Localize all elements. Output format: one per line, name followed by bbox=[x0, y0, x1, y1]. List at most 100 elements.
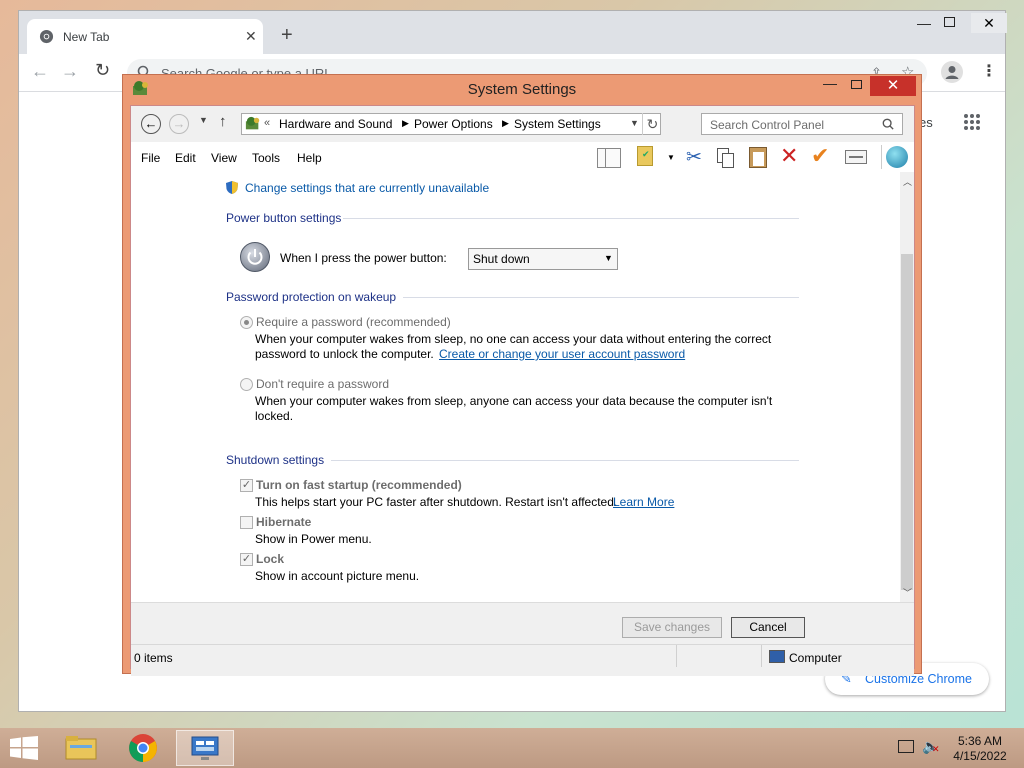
power-button-action-select[interactable]: Shut down ▼ bbox=[468, 248, 618, 270]
menu-view[interactable]: View bbox=[211, 151, 237, 165]
copy-icon[interactable] bbox=[717, 148, 735, 168]
uac-shield-icon bbox=[225, 180, 239, 195]
properties-check-icon[interactable]: ✔ bbox=[811, 143, 829, 169]
status-divider bbox=[676, 645, 677, 667]
menu-edit[interactable]: Edit bbox=[175, 151, 196, 165]
chrome-close-icon[interactable]: ✕ bbox=[971, 13, 1007, 33]
breadcrumb-hardware[interactable]: Hardware and Sound bbox=[279, 117, 392, 131]
location-label: Computer bbox=[789, 651, 842, 665]
fast-startup-checkbox[interactable]: ✓ bbox=[240, 479, 253, 492]
lock-label: Lock bbox=[256, 552, 285, 566]
content-pane: Change settings that are currently unava… bbox=[131, 172, 900, 602]
profile-avatar-icon[interactable] bbox=[941, 61, 963, 83]
maximize-icon[interactable] bbox=[944, 17, 955, 27]
tab-title: New Tab bbox=[63, 30, 110, 44]
tab-close-icon[interactable]: ✕ bbox=[245, 28, 257, 45]
require-password-desc-2: password to unlock the computer. bbox=[255, 347, 434, 361]
lock-desc: Show in account picture menu. bbox=[255, 569, 420, 583]
minimize-icon[interactable]: — bbox=[917, 15, 931, 31]
no-password-desc-2: locked. bbox=[255, 409, 294, 423]
shutdown-section-title: Shutdown settings bbox=[226, 453, 325, 467]
file-explorer-icon[interactable] bbox=[52, 730, 110, 766]
new-tab-icon[interactable]: + bbox=[281, 25, 293, 45]
breadcrumb-power-options[interactable]: Power Options bbox=[414, 117, 493, 131]
system-clock[interactable]: 5:36 AM 4/15/2022 bbox=[946, 734, 1014, 764]
nav-forward-icon[interactable]: → bbox=[169, 114, 189, 134]
no-password-desc: When your computer wakes from sleep, any… bbox=[255, 394, 773, 408]
cp-minimize-icon[interactable]: — bbox=[823, 75, 837, 91]
section-divider bbox=[331, 460, 799, 461]
chrome-tab-strip: New Tab ✕ + — ✕ bbox=[19, 11, 1007, 54]
breadcrumb-arrow-icon[interactable]: ▶ bbox=[502, 118, 509, 129]
change-unavailable-settings-link[interactable]: Change settings that are currently unava… bbox=[245, 181, 489, 195]
rename-icon[interactable] bbox=[845, 150, 867, 164]
no-password-label: Don't require a password bbox=[256, 377, 390, 391]
paste-icon[interactable] bbox=[749, 147, 767, 168]
reload-icon[interactable]: ↻ bbox=[95, 60, 110, 81]
breadcrumb-system-settings[interactable]: System Settings bbox=[514, 117, 601, 131]
power-button-icon bbox=[240, 242, 270, 272]
fast-startup-label: Turn on fast startup (recommended) bbox=[256, 478, 462, 492]
scroll-down-icon[interactable]: ﹀ bbox=[903, 586, 912, 599]
section-divider bbox=[343, 218, 799, 219]
power-button-selected-value: Shut down bbox=[473, 252, 530, 266]
no-password-radio[interactable] bbox=[240, 378, 253, 391]
start-windows-icon[interactable] bbox=[10, 736, 38, 760]
taskbar: 🔈 ✕ 5:36 AM 4/15/2022 bbox=[0, 728, 1024, 768]
save-changes-button[interactable]: Save changes bbox=[622, 617, 722, 638]
back-icon[interactable]: ← bbox=[31, 61, 49, 82]
cut-icon[interactable]: ✂ bbox=[686, 146, 702, 169]
control-panel-taskbar-icon[interactable] bbox=[176, 730, 234, 766]
nav-back-icon[interactable]: ← bbox=[141, 114, 161, 134]
globe-icon[interactable] bbox=[886, 146, 908, 168]
address-dropdown-icon[interactable]: ▼ bbox=[630, 118, 639, 128]
apps-grid-icon[interactable] bbox=[963, 113, 981, 131]
cancel-button[interactable]: Cancel bbox=[731, 617, 805, 638]
change-password-link[interactable]: Create or change your user account passw… bbox=[439, 347, 685, 361]
menu-tools[interactable]: Tools bbox=[252, 151, 280, 165]
menu-help[interactable]: Help bbox=[297, 151, 322, 165]
delete-icon[interactable]: ✕ bbox=[780, 143, 798, 169]
mute-x-icon: ✕ bbox=[932, 744, 940, 754]
cp-close-button[interactable]: ✕ bbox=[870, 76, 916, 96]
breadcrumb-overflow-icon[interactable]: « bbox=[264, 117, 270, 129]
computer-icon bbox=[769, 650, 785, 663]
view-dropdown-icon[interactable]: ▼ bbox=[667, 153, 675, 162]
require-password-desc: When your computer wakes from sleep, no … bbox=[255, 332, 772, 346]
require-password-radio[interactable] bbox=[240, 316, 253, 329]
cp-maximize-icon[interactable] bbox=[851, 80, 862, 89]
chrome-logo-icon bbox=[39, 29, 54, 44]
recent-pages-icon[interactable]: ▼ bbox=[199, 115, 208, 125]
chrome-taskbar-icon[interactable] bbox=[114, 730, 172, 766]
item-count: 0 items bbox=[134, 651, 173, 665]
window-title: System Settings bbox=[467, 81, 577, 98]
clock-date: 4/15/2022 bbox=[953, 749, 1007, 763]
breadcrumb-arrow-icon[interactable]: ▶ bbox=[402, 118, 409, 129]
chrome-menu-icon[interactable]: ⋮ bbox=[981, 61, 997, 81]
network-icon[interactable] bbox=[898, 740, 914, 753]
address-bar[interactable]: « Hardware and Sound ▶ Power Options ▶ S… bbox=[241, 113, 661, 135]
power-button-section-title: Power button settings bbox=[226, 211, 342, 225]
hibernate-desc: Show in Power menu. bbox=[255, 532, 372, 546]
address-cp-icon bbox=[244, 116, 262, 132]
chrome-tab[interactable]: New Tab ✕ bbox=[27, 19, 263, 54]
scroll-up-icon[interactable]: ︿ bbox=[903, 175, 912, 188]
learn-more-link[interactable]: Learn More bbox=[613, 495, 674, 509]
toolbar-separator bbox=[881, 145, 882, 169]
search-control-panel-field[interactable]: Search Control Panel bbox=[701, 113, 903, 135]
scrollbar-thumb[interactable] bbox=[901, 254, 913, 590]
power-button-label: When I press the power button: bbox=[280, 251, 447, 265]
fast-startup-desc: This helps start your PC faster after sh… bbox=[255, 495, 618, 509]
vertical-scrollbar[interactable]: ︿ ﹀ bbox=[900, 172, 914, 602]
lock-checkbox[interactable]: ✓ bbox=[240, 553, 253, 566]
menu-file[interactable]: File bbox=[141, 151, 160, 165]
forward-icon[interactable]: → bbox=[61, 61, 79, 82]
clock-time: 5:36 AM bbox=[957, 734, 1003, 748]
status-bar: 0 items Computer bbox=[131, 644, 914, 668]
folder-options-icon[interactable]: ✔ bbox=[637, 146, 653, 166]
layout-pane-icon[interactable] bbox=[597, 148, 621, 168]
hibernate-checkbox[interactable] bbox=[240, 516, 253, 529]
up-level-icon[interactable]: ↑ bbox=[219, 113, 227, 130]
refresh-icon[interactable]: ↻ bbox=[642, 113, 662, 135]
status-divider bbox=[761, 645, 762, 667]
